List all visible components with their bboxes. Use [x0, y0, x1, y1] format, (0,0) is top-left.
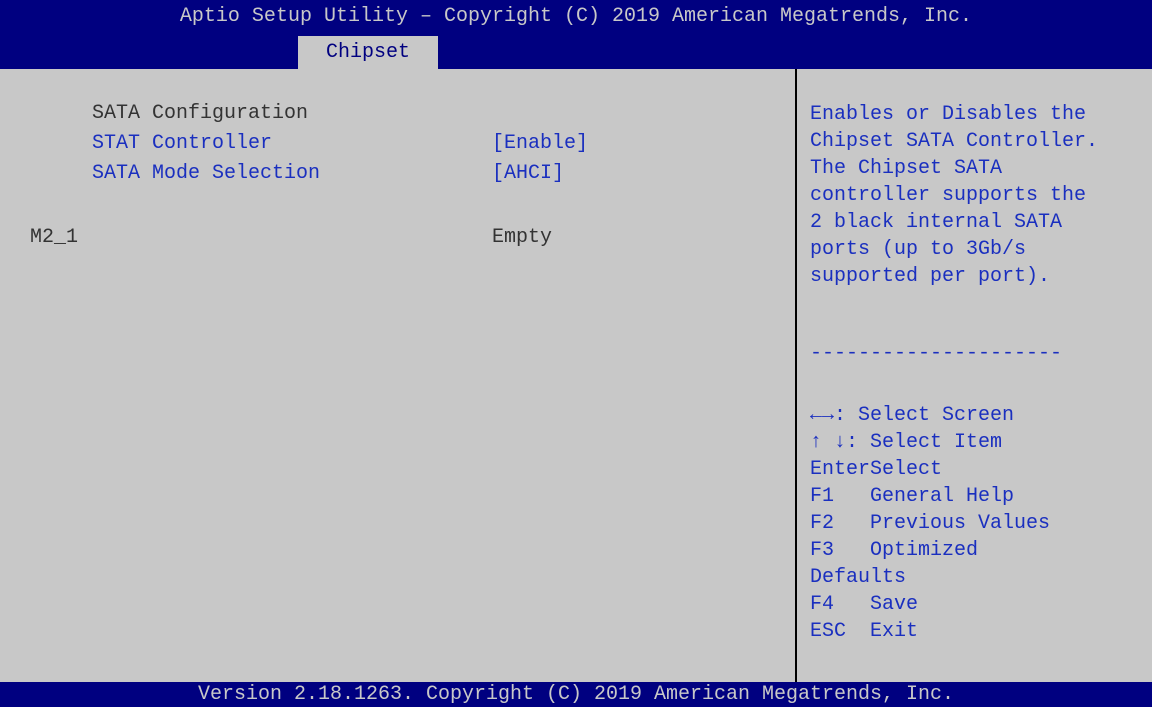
help-separator: --------------------- — [810, 342, 1063, 365]
section-title: SATA Configuration — [20, 99, 780, 129]
port-row-m2-1: M2_1 Empty — [20, 223, 780, 253]
header-bar: Aptio Setup Utility – Copyright (C) 2019… — [0, 0, 1152, 69]
help-panel: Enables or Disables the Chipset SATA Con… — [800, 69, 1150, 682]
setting-sata-mode-selection[interactable]: SATA Mode Selection [AHCI] — [20, 159, 780, 189]
help-text-line: The Chipset SATA — [810, 157, 1003, 180]
key-hint-select-item: ↑ ↓: Select Item — [810, 431, 1003, 454]
window-title: Aptio Setup Utility – Copyright (C) 2019… — [179, 5, 973, 28]
setting-value[interactable]: [Enable] — [492, 129, 588, 159]
port-status: Empty — [492, 226, 553, 249]
help-text-line: Enables or Disables the — [810, 103, 1087, 126]
key-hint-select-screen: ←→: Select Screen — [810, 404, 1015, 427]
port-label: M2_1 — [30, 226, 79, 249]
key-hint-f2: F2 Previous Values — [810, 512, 1051, 535]
setting-label: STAT Controller — [92, 132, 273, 155]
version-footer: Version 2.18.1263. Copyright (C) 2019 Am… — [0, 682, 1152, 707]
key-hint-f1: F1 General Help — [810, 485, 1015, 508]
help-text-line: Chipset SATA Controller. — [810, 130, 1099, 153]
key-hint-f3: F3 Optimized — [810, 539, 979, 562]
panel-divider — [795, 69, 797, 682]
help-text-line: 2 black internal SATA — [810, 211, 1063, 234]
key-hint-enter-select: EnterSelect — [810, 458, 943, 481]
settings-panel: SATA Configuration STAT Controller [Enab… — [0, 69, 795, 682]
help-text-line: controller supports the — [810, 184, 1087, 207]
setting-stat-controller[interactable]: STAT Controller [Enable] — [20, 129, 780, 159]
setting-value[interactable]: [AHCI] — [492, 159, 564, 189]
help-text-line: ports (up to 3Gb/s — [810, 238, 1027, 261]
tab-chipset[interactable]: Chipset — [298, 36, 438, 69]
section-title-label: SATA Configuration — [92, 102, 309, 125]
bios-setup-screen: Aptio Setup Utility – Copyright (C) 2019… — [0, 0, 1152, 707]
key-hint-esc: ESC Exit — [810, 620, 919, 643]
key-hint-f3-continued: Defaults — [810, 566, 907, 589]
setting-label: SATA Mode Selection — [92, 162, 321, 185]
help-text-line: supported per port). — [810, 265, 1051, 288]
key-hint-f4: F4 Save — [810, 593, 919, 616]
